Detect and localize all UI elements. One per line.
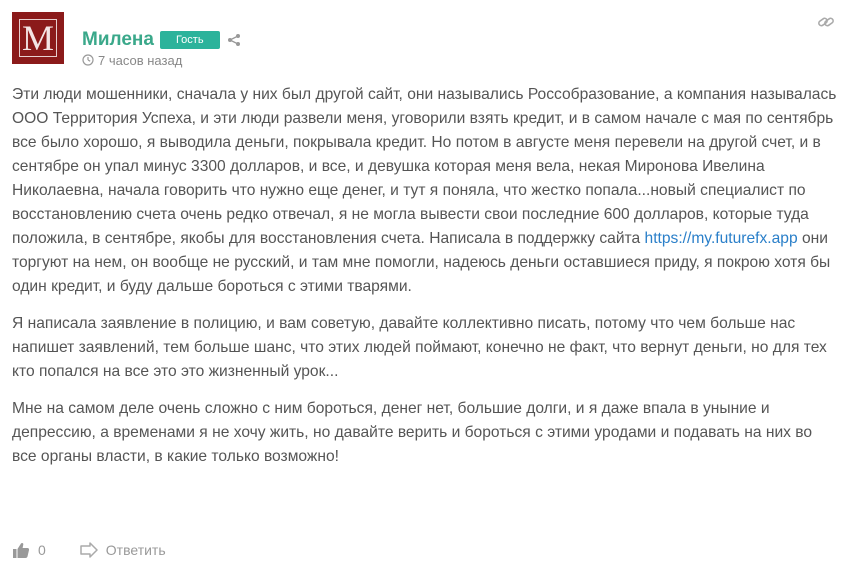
paragraph-1: Эти люди мошенники, сначала у них был др… [12, 83, 838, 299]
avatar[interactable]: M [12, 12, 64, 64]
link-icon[interactable] [817, 13, 835, 31]
author-row: Милена Гость [82, 29, 241, 51]
timestamp-text: 7 часов назад [98, 52, 183, 68]
guest-badge: Гость [159, 31, 220, 49]
avatar-letter: M [19, 19, 57, 57]
futurefx-link[interactable]: https://my.futurefx.app [645, 230, 798, 247]
reply-button[interactable]: Ответить [80, 542, 166, 558]
comment-body: Эти люди мошенники, сначала у них был др… [12, 83, 838, 482]
like-count: 0 [38, 542, 46, 558]
reply-label: Ответить [105, 542, 166, 558]
paragraph-3: Мне на самом деле очень сложно с ним бор… [12, 400, 813, 465]
thumbs-up-icon[interactable] [12, 541, 30, 559]
comment-actions: 0 Ответить [12, 540, 166, 560]
paragraph-1-text-start: Эти люди мошенники, сначала у них был др… [12, 86, 837, 247]
reply-arrow-icon [80, 542, 98, 558]
timestamp: 7 часов назад [82, 52, 182, 68]
comment: M Милена Гость 7 часов назад Эти люди мо… [0, 0, 844, 568]
share-icon[interactable] [227, 33, 241, 47]
clock-icon [82, 54, 94, 66]
author-name[interactable]: Милена [82, 29, 154, 51]
paragraph-2: Я написала заявление в полицию, и вам со… [12, 315, 827, 380]
